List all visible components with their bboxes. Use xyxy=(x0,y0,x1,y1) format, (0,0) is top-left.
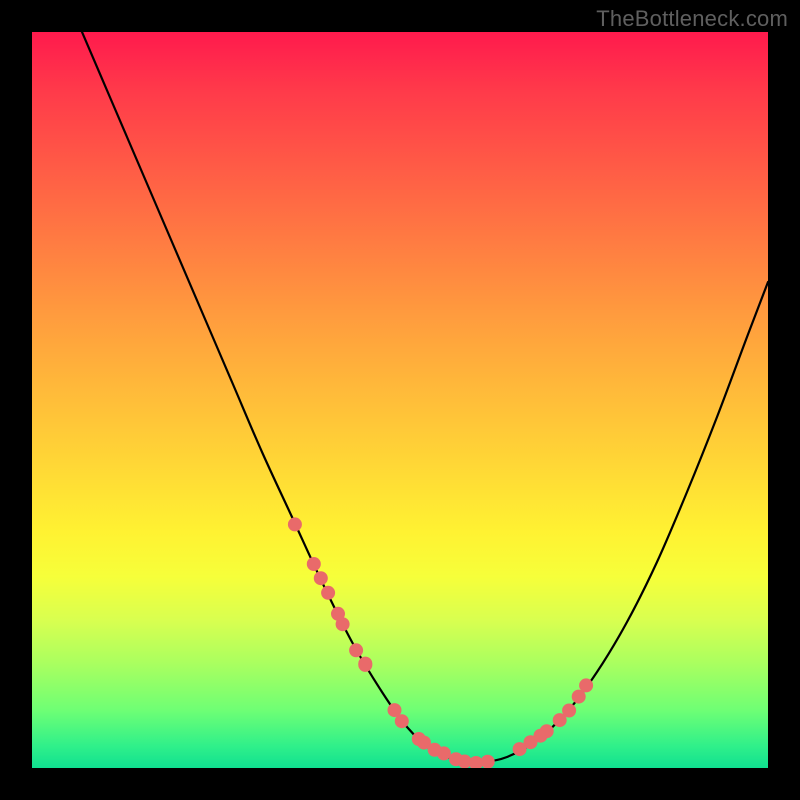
marker-dot xyxy=(307,557,321,571)
marker-dot xyxy=(540,724,554,738)
chart-frame: TheBottleneck.com xyxy=(0,0,800,800)
plot-area xyxy=(32,32,768,768)
marker-dot xyxy=(358,657,372,671)
curve-layer xyxy=(32,32,768,768)
marker-dot xyxy=(314,571,328,585)
marker-dot xyxy=(321,586,335,600)
bottleneck-curve xyxy=(82,32,768,762)
marker-dot xyxy=(336,617,350,631)
marker-dot xyxy=(437,746,451,760)
marker-dot xyxy=(395,714,409,728)
marker-dot xyxy=(562,704,576,718)
watermark-text: TheBottleneck.com xyxy=(596,6,788,32)
marker-layer xyxy=(288,517,593,768)
marker-dot xyxy=(579,678,593,692)
marker-dot xyxy=(349,643,363,657)
marker-dot xyxy=(288,517,302,531)
marker-dot xyxy=(481,755,495,768)
